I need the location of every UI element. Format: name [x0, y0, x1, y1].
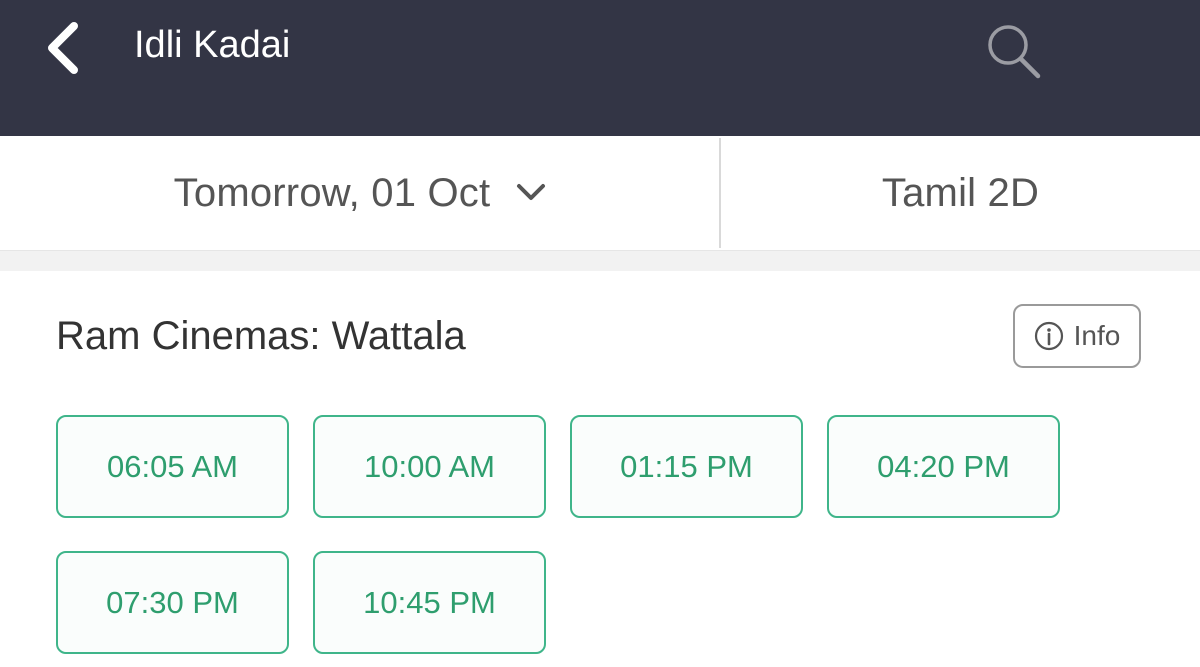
info-icon	[1034, 321, 1063, 351]
cinema-name: Ram Cinemas: Wattala	[56, 314, 466, 358]
showtime-label: 10:00 AM	[364, 448, 495, 484]
search-button[interactable]	[978, 18, 1050, 86]
showtime-button[interactable]: 01:15 PM	[570, 415, 803, 518]
showtime-label: 06:05 AM	[107, 448, 238, 484]
showtime-button[interactable]: 07:30 PM	[56, 551, 289, 654]
showtime-button[interactable]: 10:00 AM	[313, 415, 546, 518]
search-icon	[988, 25, 1041, 79]
chevron-down-icon	[517, 184, 546, 200]
showtime-label: 04:20 PM	[877, 448, 1010, 484]
back-button[interactable]	[30, 16, 94, 80]
showtime-list: 06:05 AM 10:00 AM 01:15 PM 04:20 PM 07:3…	[56, 415, 1066, 654]
showtime-label: 01:15 PM	[620, 448, 753, 484]
showtime-button[interactable]: 06:05 AM	[56, 415, 289, 518]
showtime-label: 10:45 PM	[363, 584, 496, 620]
info-label: Info	[1073, 320, 1121, 351]
page-title: Idli Kadai	[134, 24, 291, 66]
info-button[interactable]: Info	[1013, 304, 1141, 368]
chevron-left-icon	[48, 22, 78, 74]
section-separator	[0, 251, 1200, 271]
date-label: Tomorrow, 01 Oct	[173, 170, 491, 215]
app-header: Idli Kadai	[0, 0, 1200, 136]
format-selector[interactable]: Tamil 2D	[721, 136, 1200, 250]
showtime-label: 07:30 PM	[106, 584, 239, 620]
filter-bar: Tomorrow, 01 Oct Tamil 2D	[0, 136, 1200, 251]
showtime-button[interactable]: 04:20 PM	[827, 415, 1060, 518]
showtime-button[interactable]: 10:45 PM	[313, 551, 546, 654]
date-selector[interactable]: Tomorrow, 01 Oct	[0, 136, 720, 250]
format-label: Tamil 2D	[881, 170, 1040, 215]
